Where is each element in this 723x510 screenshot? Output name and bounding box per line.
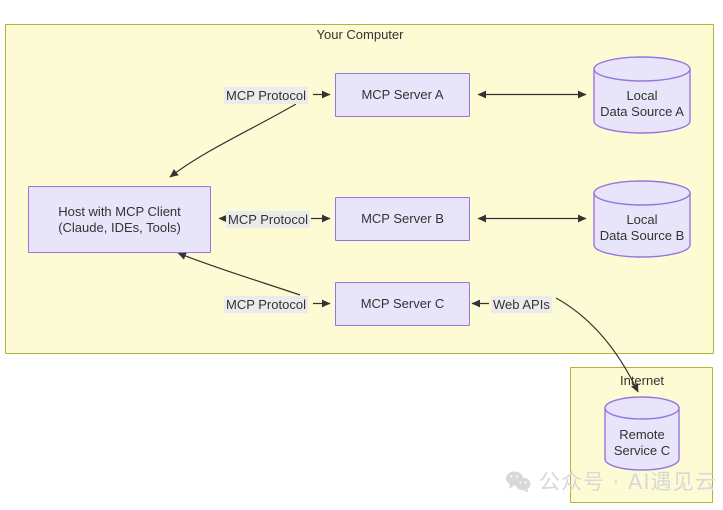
node-mcp-server-b-label: MCP Server B	[361, 211, 444, 226]
edge-label-host-server-b: MCP Protocol	[226, 211, 310, 228]
node-remote-service-c[interactable]: Remote Service C	[603, 396, 681, 472]
edge-label-host-server-c: MCP Protocol	[224, 296, 308, 313]
cylinder-shape	[593, 180, 691, 258]
cylinder-shape	[604, 396, 680, 471]
node-mcp-server-c-label: MCP Server C	[360, 296, 445, 311]
node-host-line2: (Claude, IDEs, Tools)	[58, 219, 181, 235]
cylinder-shape	[593, 56, 691, 134]
edge-label-host-server-a: MCP Protocol	[224, 87, 308, 104]
node-mcp-server-a[interactable]: MCP Server A	[335, 73, 470, 117]
watermark: 公众号 · AI遇见云	[505, 466, 717, 496]
node-mcp-server-a-label: MCP Server A	[361, 87, 444, 102]
edge-label-web-apis: Web APIs	[491, 296, 552, 313]
node-host-line1: Host with MCP Client	[58, 203, 181, 219]
node-host-with-mcp-client[interactable]: Host with MCP Client (Claude, IDEs, Tool…	[28, 186, 211, 253]
edge-host-server-a	[169, 90, 331, 178]
mcp-architecture-diagram: Your Computer Internet Host with MCP Cli…	[0, 0, 723, 510]
node-mcp-server-b[interactable]: MCP Server B	[335, 197, 470, 241]
node-mcp-server-c[interactable]: MCP Server C	[335, 282, 470, 326]
watermark-text: 公众号 · AI遇见云	[539, 470, 717, 494]
node-local-data-source-a[interactable]: Local Data Source A	[592, 56, 692, 134]
wechat-icon	[505, 470, 531, 493]
node-local-data-source-b[interactable]: Local Data Source B	[592, 180, 692, 258]
